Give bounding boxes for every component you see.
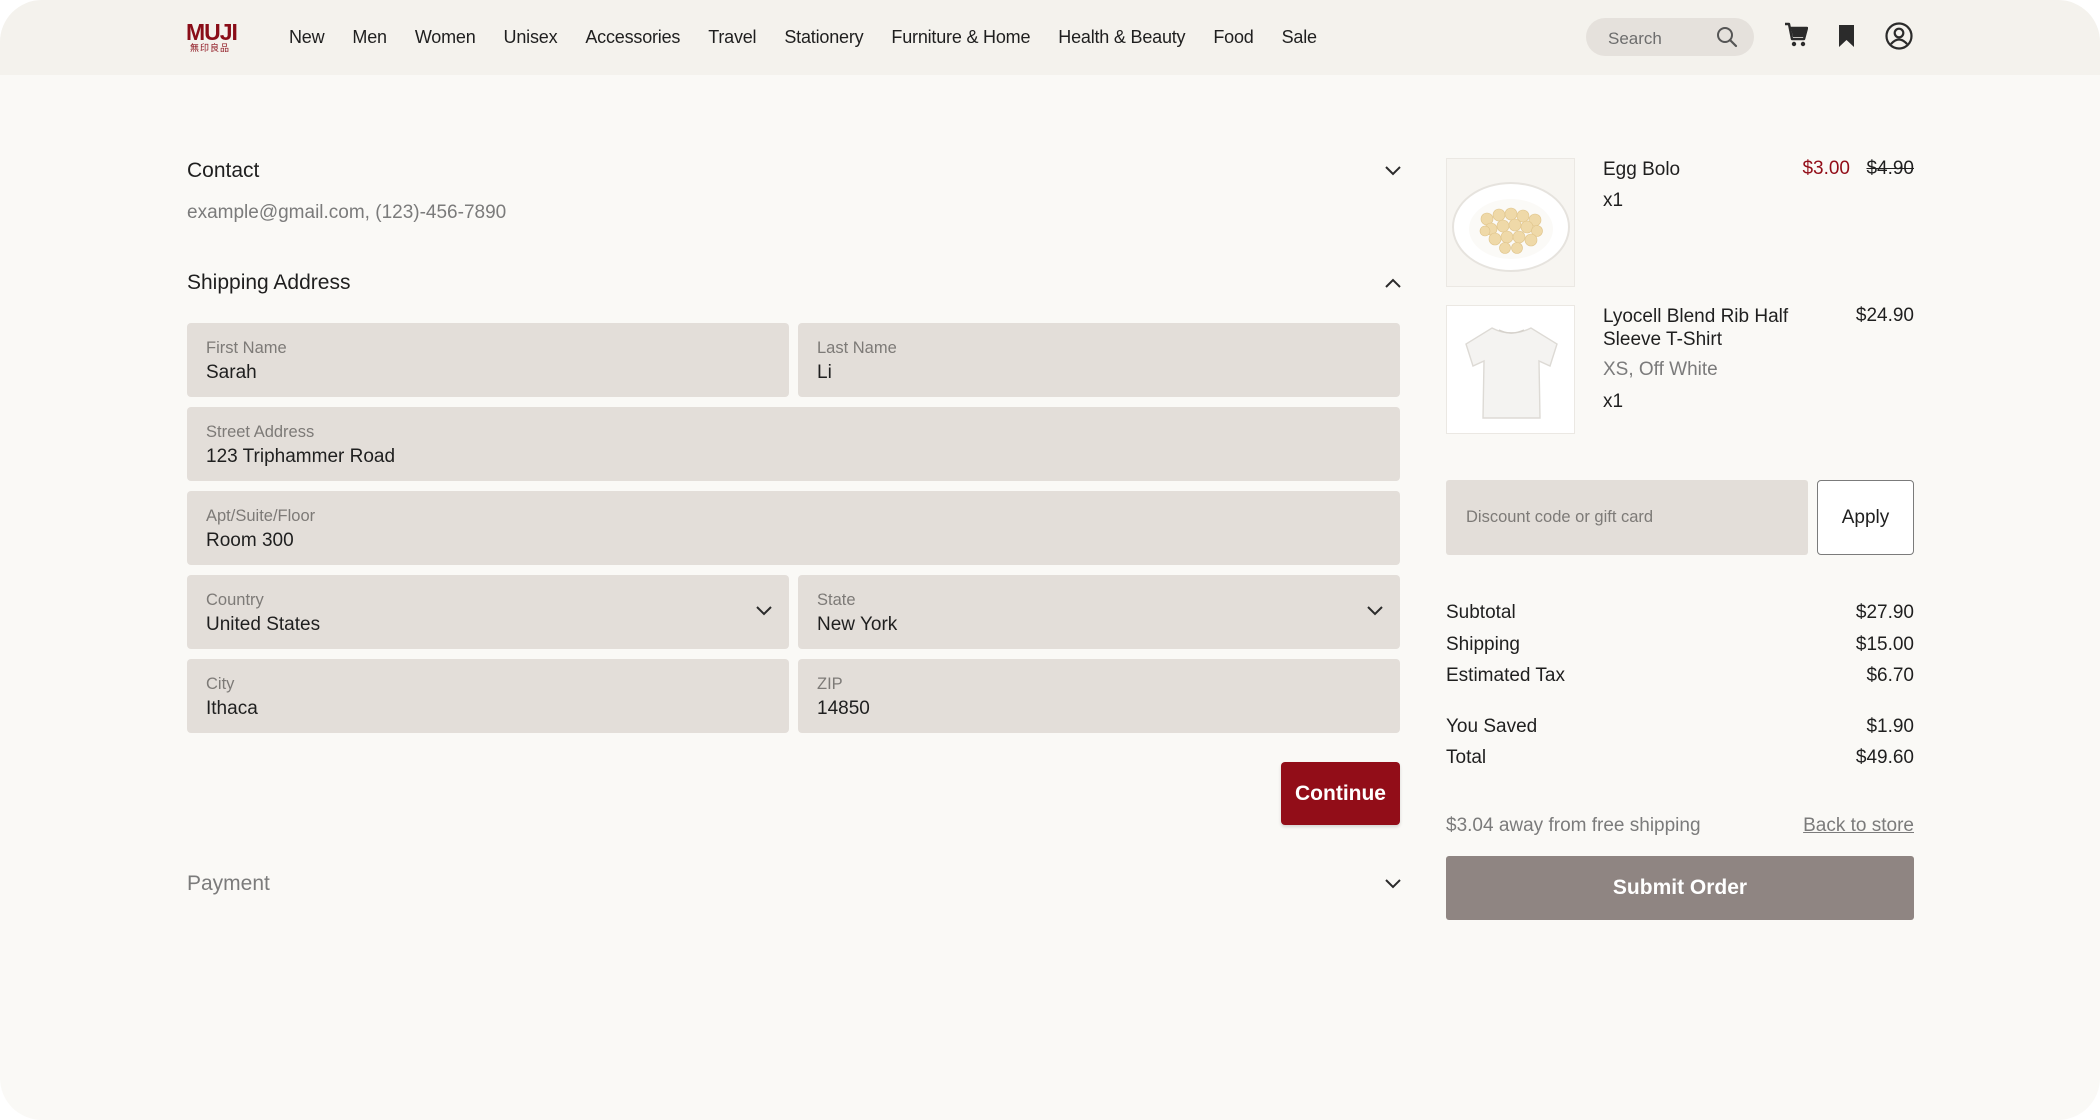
nav-item-furniture-home[interactable]: Furniture & Home — [891, 27, 1030, 48]
cart-icon[interactable] — [1784, 22, 1809, 53]
contact-section-title[interactable]: Contact — [187, 159, 259, 183]
nav-item-women[interactable]: Women — [415, 27, 476, 48]
country-select[interactable]: Country United States — [187, 575, 789, 649]
sale-price-text: $3.00 — [1802, 158, 1850, 179]
field-label: State — [817, 591, 856, 609]
nav-item-travel[interactable]: Travel — [708, 27, 756, 48]
field-label: Street Address — [206, 423, 315, 441]
chevron-up-icon[interactable] — [1384, 274, 1402, 297]
chevron-down-icon[interactable] — [1384, 875, 1402, 898]
nav-item-unisex[interactable]: Unisex — [504, 27, 558, 48]
field-value: Ithaca — [206, 698, 258, 719]
item-name-egg-bolo[interactable]: Egg Bolo — [1603, 158, 1813, 181]
field-label: ZIP — [817, 675, 843, 693]
field-value: United States — [206, 614, 321, 635]
item-name-tshirt[interactable]: Lyocell Blend Rib Half Sleeve T-Shirt — [1603, 305, 1813, 351]
state-select[interactable]: State New York — [798, 575, 1400, 649]
apt-suite-field[interactable]: Apt/Suite/Floor Room 300 — [187, 491, 1400, 565]
muji-logo[interactable]: MUJI 無印良品 — [186, 19, 238, 56]
total-value: $49.60 — [1855, 747, 1914, 768]
field-label: City — [206, 675, 235, 693]
field-value: 123 Triphammer Road — [206, 446, 396, 467]
chevron-down-icon — [755, 602, 773, 625]
nav-item-sale[interactable]: Sale — [1282, 27, 1317, 48]
item-qty: x1 — [1603, 391, 1624, 412]
discount-code-input[interactable]: Discount code or gift card — [1446, 480, 1808, 555]
field-value: Sarah — [206, 362, 257, 383]
checkout-page: MUJI 無印良品 New Men Women Unisex Accessori… — [0, 0, 2100, 1120]
total-label: Total — [1446, 747, 1487, 768]
back-to-store-link[interactable]: Back to store — [1803, 815, 1914, 837]
zip-field[interactable]: ZIP 14850 — [798, 659, 1400, 733]
tshirt-thumbnail[interactable] — [1446, 305, 1575, 434]
apply-button[interactable]: Apply — [1817, 480, 1914, 555]
nav-item-health-beauty[interactable]: Health & Beauty — [1058, 27, 1185, 48]
field-label: Apt/Suite/Floor — [206, 507, 316, 525]
egg-bolo-thumbnail[interactable] — [1446, 158, 1575, 287]
nav-item-stationery[interactable]: Stationery — [784, 27, 863, 48]
continue-button[interactable]: Continue — [1281, 762, 1400, 825]
chevron-down-icon[interactable] — [1384, 162, 1402, 185]
logo-text: MUJI — [186, 19, 238, 45]
field-value: New York — [817, 614, 898, 635]
submit-order-button[interactable]: Submit Order — [1446, 856, 1914, 920]
main-nav: New Men Women Unisex Accessories Travel … — [289, 0, 1345, 75]
first-name-field[interactable]: First Name Sarah — [187, 323, 789, 397]
shipping-value: $15.00 — [1855, 634, 1914, 655]
search-input[interactable]: Search — [1586, 18, 1754, 56]
field-value: Room 300 — [206, 530, 294, 551]
subtotal-value: $27.90 — [1855, 602, 1914, 623]
nav-item-new[interactable]: New — [289, 27, 325, 48]
item-sale-price: $3.00 — [1802, 158, 1850, 180]
tax-value: $6.70 — [1866, 665, 1914, 686]
top-nav-bar: MUJI 無印良品 New Men Women Unisex Accessori… — [0, 0, 2100, 75]
item-original-price: $4.90 — [1866, 158, 1914, 180]
payment-section-title[interactable]: Payment — [187, 872, 270, 896]
nav-item-men[interactable]: Men — [352, 27, 387, 48]
chevron-down-icon — [1366, 602, 1384, 625]
nav-item-food[interactable]: Food — [1213, 27, 1253, 48]
original-price-text: $4.90 — [1866, 158, 1914, 179]
saved-value: $1.90 — [1866, 716, 1914, 737]
field-label: Country — [206, 591, 264, 609]
nav-item-accessories[interactable]: Accessories — [585, 27, 680, 48]
last-name-field[interactable]: Last Name Li — [798, 323, 1400, 397]
free-shipping-note: $3.04 away from free shipping — [1446, 815, 1701, 836]
item-price: $24.90 — [1855, 305, 1914, 326]
field-label: First Name — [206, 339, 287, 357]
contact-info: example@gmail.com, (123)-456-7890 — [187, 202, 507, 223]
street-address-field[interactable]: Street Address 123 Triphammer Road — [187, 407, 1400, 481]
search-placeholder: Search — [1608, 29, 1662, 48]
shipping-label: Shipping — [1446, 634, 1520, 655]
saved-label: You Saved — [1446, 716, 1538, 737]
city-field[interactable]: City Ithaca — [187, 659, 789, 733]
bookmark-icon[interactable] — [1838, 24, 1855, 53]
account-icon[interactable] — [1885, 22, 1913, 55]
discount-placeholder: Discount code or gift card — [1466, 508, 1654, 526]
item-options: XS, Off White — [1603, 359, 1718, 380]
subtotal-label: Subtotal — [1446, 602, 1516, 623]
search-icon[interactable] — [1716, 26, 1738, 53]
item-qty: x1 — [1603, 190, 1624, 211]
logo-subtext: 無印良品 — [189, 44, 230, 54]
field-label: Last Name — [817, 339, 897, 357]
tax-label: Estimated Tax — [1446, 665, 1565, 686]
field-value: 14850 — [817, 698, 870, 719]
field-value: Li — [817, 362, 832, 383]
shipping-section-title[interactable]: Shipping Address — [187, 271, 350, 295]
